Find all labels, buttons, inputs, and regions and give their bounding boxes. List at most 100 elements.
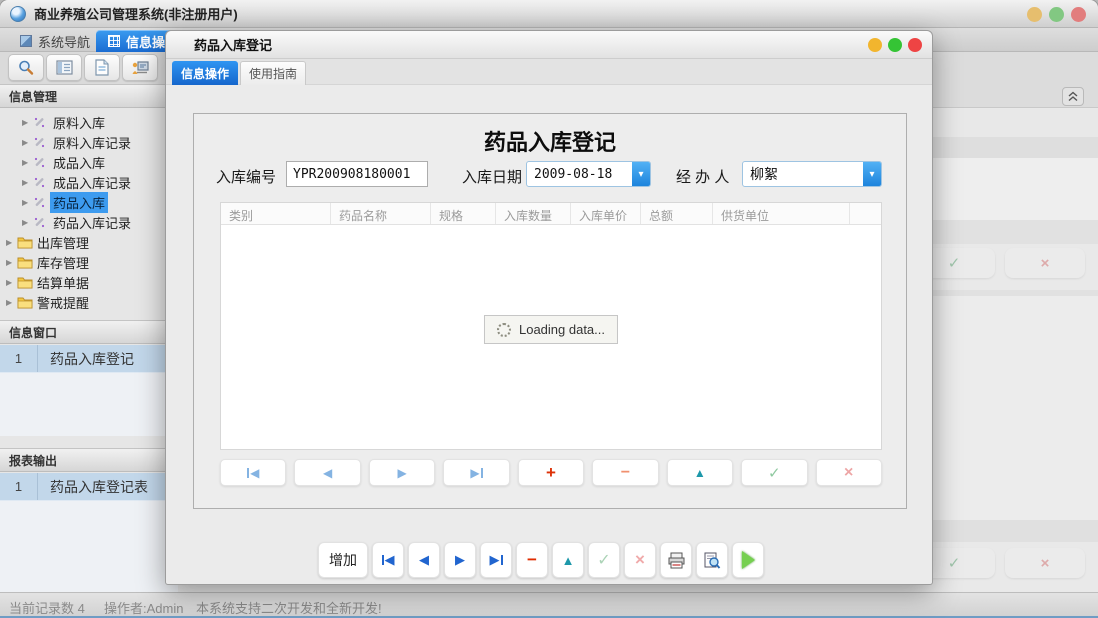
post-record-button[interactable]: ✓ [588, 542, 620, 578]
section-header-report-output: 报表输出 [0, 448, 178, 472]
tree-folder-alert[interactable]: ▶ 警戒提醒 [0, 292, 178, 312]
document-button[interactable] [84, 54, 120, 81]
info-window-row[interactable]: 1 药品入库登记 [0, 345, 178, 373]
row-label: 药品入库登记 [38, 349, 134, 369]
printer-icon [667, 552, 686, 569]
tree-folder-inventory[interactable]: ▶ 库存管理 [0, 252, 178, 272]
tree-item-raw-material-in-record[interactable]: ▶ 原料入库记录 [0, 132, 178, 152]
dialog-tab-info-operation[interactable]: 信息操作 [172, 61, 238, 85]
date-select[interactable]: 2009-08-18 ▾ [526, 161, 651, 187]
col-supplier[interactable]: 供货单位 [713, 203, 850, 224]
print-button[interactable] [660, 542, 692, 578]
entry-form-panel: 药品入库登记 入库编号 入库日期 2009-08-18 ▾ 经 办 人 柳絮 ▾… [193, 113, 907, 509]
tree-item-drug-in[interactable]: ▶ 药品入库 [0, 192, 178, 212]
report-output-row[interactable]: 1 药品入库登记表 [0, 473, 178, 501]
toolbar-next-button[interactable]: ▶ [444, 542, 476, 578]
first-bar [382, 555, 384, 565]
record-nav-row: ◀ ◀ ▶ ▶ + − ▲ ✓ × [220, 459, 882, 486]
minimize-button[interactable] [1027, 7, 1042, 22]
tree-item-raw-material-in[interactable]: ▶ 原料入库 [0, 112, 178, 132]
print-preview-button[interactable] [696, 542, 728, 578]
tree-item-finished-in-record[interactable]: ▶ 成品入库记录 [0, 172, 178, 192]
collapse-panel-button[interactable] [1062, 87, 1084, 106]
delete-record-button[interactable]: − [516, 542, 548, 578]
col-drug-name[interactable]: 药品名称 [331, 203, 431, 224]
col-filler [850, 203, 881, 224]
expand-icon[interactable]: ▶ [6, 298, 17, 307]
col-total[interactable]: 总额 [641, 203, 713, 224]
expand-icon[interactable]: ▶ [22, 118, 33, 127]
col-unit-price[interactable]: 入库单价 [571, 203, 641, 224]
tab-system-navigation[interactable]: 系统导航 [8, 30, 102, 52]
grid-icon [108, 35, 120, 47]
nav-first-button[interactable]: ◀ [220, 459, 286, 486]
cancel-row-button[interactable]: × [816, 459, 882, 486]
form-row: 入库编号 入库日期 2009-08-18 ▾ 经 办 人 柳絮 ▾ [194, 161, 906, 189]
expand-icon[interactable]: ▶ [6, 278, 17, 287]
toolbar-prev-button[interactable]: ◀ [408, 542, 440, 578]
dialog-tab-bar: 信息操作 使用指南 [166, 59, 932, 85]
tree-folder-outbound[interactable]: ▶ 出库管理 [0, 232, 178, 252]
col-spec[interactable]: 规格 [431, 203, 496, 224]
bg-cancel-button[interactable]: × [1005, 248, 1085, 278]
last-bar [481, 468, 483, 478]
presentation-button[interactable] [122, 54, 158, 81]
nav-next-button[interactable]: ▶ [369, 459, 435, 486]
check-icon: ✓ [948, 254, 961, 272]
double-chevron-up-icon [1067, 91, 1079, 102]
search-button[interactable] [8, 54, 44, 81]
system-nav-icon [20, 35, 32, 47]
toolbar-last-button[interactable]: ▶ [480, 542, 512, 578]
tree-item-label: 成品入库 [50, 152, 108, 173]
nav-last-button[interactable]: ▶ [443, 459, 509, 486]
status-message: 本系统支持二次开发和全新开发! [196, 598, 382, 617]
bg-cancel-button[interactable]: × [1005, 548, 1085, 578]
expand-icon[interactable]: ▶ [22, 138, 33, 147]
next-icon: ▶ [455, 552, 465, 568]
dialog-close-button[interactable] [908, 38, 922, 52]
handler-select[interactable]: 柳絮 ▾ [742, 161, 882, 187]
expand-icon[interactable]: ▶ [22, 198, 33, 207]
tool-icon [33, 136, 46, 149]
expand-icon[interactable]: ▶ [22, 218, 33, 227]
first-bar [247, 468, 249, 478]
tree-item-finished-in[interactable]: ▶ 成品入库 [0, 152, 178, 172]
dialog-maximize-button[interactable] [888, 38, 902, 52]
confirm-row-button[interactable]: ✓ [741, 459, 807, 486]
nav-prev-button[interactable]: ◀ [294, 459, 360, 486]
expand-icon[interactable]: ▶ [22, 158, 33, 167]
tree-item-drug-in-record[interactable]: ▶ 药品入库记录 [0, 212, 178, 232]
add-row-button[interactable]: + [518, 459, 584, 486]
chevron-down-icon[interactable]: ▾ [632, 162, 650, 186]
tree-folder-settlement[interactable]: ▶ 结算单据 [0, 272, 178, 292]
check-icon: ✓ [597, 550, 610, 570]
close-button[interactable] [1071, 7, 1086, 22]
tree-item-label: 成品入库记录 [50, 172, 134, 193]
expand-icon[interactable]: ▶ [6, 238, 17, 247]
datasheet-button[interactable] [46, 54, 82, 81]
expand-icon[interactable]: ▶ [22, 178, 33, 187]
chevron-down-icon[interactable]: ▾ [863, 162, 881, 186]
dialog-tab-user-guide[interactable]: 使用指南 [240, 61, 306, 85]
tool-icon [33, 156, 46, 169]
first-icon: ◀ [250, 466, 259, 480]
edit-row-button[interactable]: ▲ [667, 459, 733, 486]
delete-row-button[interactable]: − [592, 459, 658, 486]
tool-icon [33, 216, 46, 229]
maximize-button[interactable] [1049, 7, 1064, 22]
edit-record-button[interactable]: ▲ [552, 542, 584, 578]
toolbar-first-button[interactable]: ◀ [372, 542, 404, 578]
expand-icon[interactable]: ▶ [6, 258, 17, 267]
date-label: 入库日期 [462, 166, 522, 187]
col-category[interactable]: 类别 [221, 203, 331, 224]
run-button[interactable] [732, 542, 764, 578]
col-qty[interactable]: 入库数量 [496, 203, 571, 224]
folder-icon [17, 256, 33, 269]
dialog-minimize-button[interactable] [868, 38, 882, 52]
check-icon: ✓ [768, 464, 781, 482]
add-record-button[interactable]: 增加 [318, 542, 368, 578]
date-value: 2009-08-18 [527, 167, 632, 182]
cancel-record-button[interactable]: × [624, 542, 656, 578]
cross-icon: × [844, 464, 853, 482]
code-input[interactable] [286, 161, 428, 187]
